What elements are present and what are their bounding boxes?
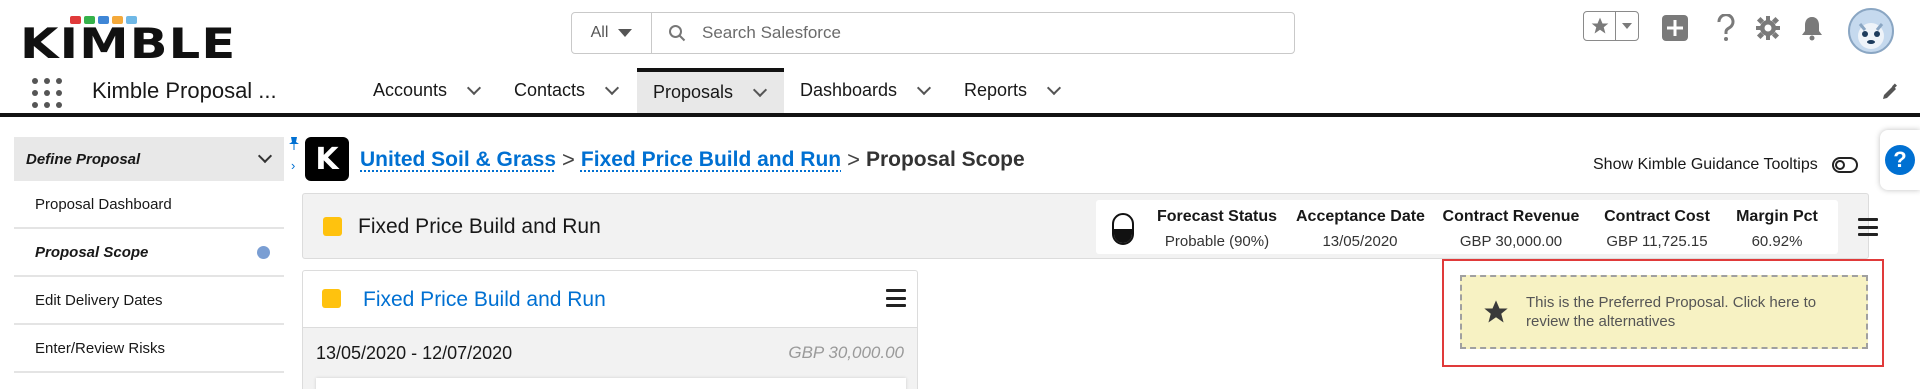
sidebar-item-proposal-dashboard[interactable]: Proposal Dashboard — [14, 181, 284, 229]
stat-acceptance-date: Acceptance Date 13/05/2020 — [1296, 208, 1425, 250]
chevron-down-icon[interactable] — [916, 80, 932, 95]
chevron-down-icon[interactable] — [752, 82, 768, 97]
star-icon — [1484, 300, 1508, 323]
breadcrumb-current: Proposal Scope — [865, 148, 1025, 171]
stat-value: 13/05/2020 — [1322, 233, 1398, 250]
card-inner-panel — [316, 378, 906, 389]
toggle-switch[interactable] — [1831, 157, 1858, 173]
global-header: KIMBLE All — [0, 0, 1920, 68]
card-date-range: 13/05/2020 - 12/07/2020 — [316, 343, 513, 363]
forecast-gauge-icon — [1112, 213, 1134, 245]
notifications-bell-icon[interactable] — [1798, 14, 1826, 42]
tab-label: Contacts — [514, 80, 586, 100]
breadcrumb-separator: > — [562, 147, 575, 172]
sidebar-item-proposal-scope[interactable]: Proposal Scope — [14, 229, 284, 277]
status-square-icon — [322, 289, 341, 308]
stat-value: GBP 11,725.15 — [1606, 233, 1708, 250]
app-launcher-icon[interactable] — [32, 78, 62, 108]
proposal-menu-icon[interactable] — [1858, 218, 1878, 236]
edit-nav-pencil-icon[interactable] — [1880, 82, 1900, 107]
guidance-tooltips-label: Show Kimble Guidance Tooltips — [1593, 156, 1818, 173]
stat-forecast-status: Forecast Status Probable (90%) — [1157, 208, 1277, 250]
tab-dashboards[interactable]: Dashboards — [784, 68, 945, 113]
stat-contract-cost: Contract Cost GBP 11,725.15 — [1598, 208, 1716, 250]
stat-value: GBP 30,000.00 — [1459, 233, 1563, 250]
preferred-proposal-text: This is the Preferred Proposal. Click he… — [1526, 294, 1817, 330]
card-details: 13/05/2020 - 12/07/2020 GBP 30,000.00 — [303, 327, 917, 389]
help-circle-icon: ? — [1885, 145, 1915, 175]
sidebar-section-define-proposal[interactable]: Define Proposal — [14, 137, 284, 181]
expand-arrow-icon[interactable]: › — [291, 158, 295, 173]
avatar[interactable] — [1848, 8, 1894, 54]
proposal-header-bar: Fixed Price Build and Run Forecast Statu… — [302, 193, 1878, 259]
tab-contacts[interactable]: Contacts — [498, 68, 633, 113]
breadcrumb: United Soil & Grass > Fixed Price Build … — [360, 147, 1025, 173]
stat-value: 60.92% — [1751, 233, 1803, 250]
search-icon — [652, 13, 702, 53]
active-indicator-dot — [257, 245, 270, 259]
favorites-caret-icon[interactable] — [1616, 12, 1638, 40]
proposal-sidebar: Define Proposal Proposal Dashboard Propo… — [14, 137, 284, 373]
card-title-link[interactable]: Fixed Price Build and Run — [363, 288, 606, 312]
stat-label: Forecast Status — [1157, 208, 1278, 225]
proposal-title: Fixed Price Build and Run — [358, 215, 601, 238]
tab-accounts[interactable]: Accounts — [357, 68, 495, 113]
card-amount: GBP 30,000.00 — [788, 343, 904, 362]
tab-proposals[interactable]: Proposals — [637, 68, 784, 113]
stat-label: Margin Pct — [1736, 208, 1818, 225]
proposal-stats: Forecast Status Probable (90%) Acceptanc… — [1096, 200, 1838, 254]
stat-label: Contract Cost — [1604, 208, 1710, 225]
card-menu-icon[interactable] — [886, 289, 906, 307]
guidance-tooltips-toggle[interactable]: Show Kimble Guidance Tooltips — [1593, 156, 1858, 174]
search-input[interactable] — [702, 13, 1294, 53]
global-search: All — [571, 12, 1295, 54]
chevron-down-icon[interactable] — [466, 80, 482, 95]
favorites-button-group — [1583, 11, 1639, 41]
proposal-element-card: Fixed Price Build and Run 13/05/2020 - 1… — [302, 270, 918, 389]
tab-label: Accounts — [373, 80, 448, 100]
stat-label: Contract Revenue — [1442, 208, 1580, 225]
search-scope-label: All — [590, 24, 609, 41]
breadcrumb-link-account[interactable]: United Soil & Grass — [360, 148, 556, 172]
pin-icon[interactable] — [288, 136, 300, 155]
preferred-proposal-notice[interactable]: This is the Preferred Proposal. Click he… — [1460, 275, 1868, 349]
breadcrumb-separator: > — [847, 147, 860, 172]
sidebar-item-label: Proposal Dashboard — [35, 195, 172, 213]
stat-label: Acceptance Date — [1296, 208, 1425, 225]
chevron-down-icon[interactable] — [1046, 80, 1062, 95]
app-name: Kimble Proposal ... — [92, 78, 277, 103]
stat-margin-pct: Margin Pct 60.92% — [1732, 208, 1822, 250]
breadcrumb-link-proposal[interactable]: Fixed Price Build and Run — [581, 148, 841, 172]
kimble-logo[interactable]: KIMBLE — [20, 16, 282, 68]
sidebar-item-label: Proposal Scope — [35, 243, 149, 261]
sidebar-item-enter-review-risks[interactable]: Enter/Review Risks — [14, 325, 284, 373]
tab-label: Proposals — [653, 82, 734, 102]
guidance-help-tab[interactable]: ? — [1880, 130, 1920, 190]
kimble-k-badge: K — [305, 137, 349, 181]
toggle-knob — [1834, 160, 1845, 170]
setup-gear-icon[interactable] — [1754, 14, 1782, 42]
search-scope-dropdown[interactable]: All — [572, 13, 652, 53]
preferred-proposal-highlight: This is the Preferred Proposal. Click he… — [1442, 259, 1884, 367]
caret-down-icon — [618, 29, 633, 37]
help-icon[interactable] — [1712, 14, 1740, 42]
chevron-down-icon[interactable] — [604, 80, 620, 95]
forecast-gauge-fill — [1114, 229, 1132, 243]
sidebar-section-label: Define Proposal — [26, 150, 141, 168]
stat-contract-revenue: Contract Revenue GBP 30,000.00 — [1441, 208, 1581, 250]
tab-label: Dashboards — [800, 80, 898, 100]
sidebar-item-label: Enter/Review Risks — [35, 339, 166, 357]
stat-value: Probable (90%) — [1164, 233, 1270, 250]
app-nav-bar: Kimble Proposal ... Accounts Contacts Pr… — [0, 68, 1920, 117]
global-add-icon[interactable] — [1661, 14, 1689, 42]
favorites-star-icon[interactable] — [1584, 12, 1616, 40]
logo-text: KIMBLE — [20, 19, 237, 68]
sidebar-item-edit-delivery-dates[interactable]: Edit Delivery Dates — [14, 277, 284, 325]
caret-down-icon — [1622, 23, 1632, 29]
status-square-icon — [323, 217, 342, 236]
sidebar-item-label: Edit Delivery Dates — [35, 291, 163, 309]
chevron-down-icon — [257, 148, 273, 164]
tab-reports[interactable]: Reports — [948, 68, 1075, 113]
tab-label: Reports — [964, 80, 1028, 100]
